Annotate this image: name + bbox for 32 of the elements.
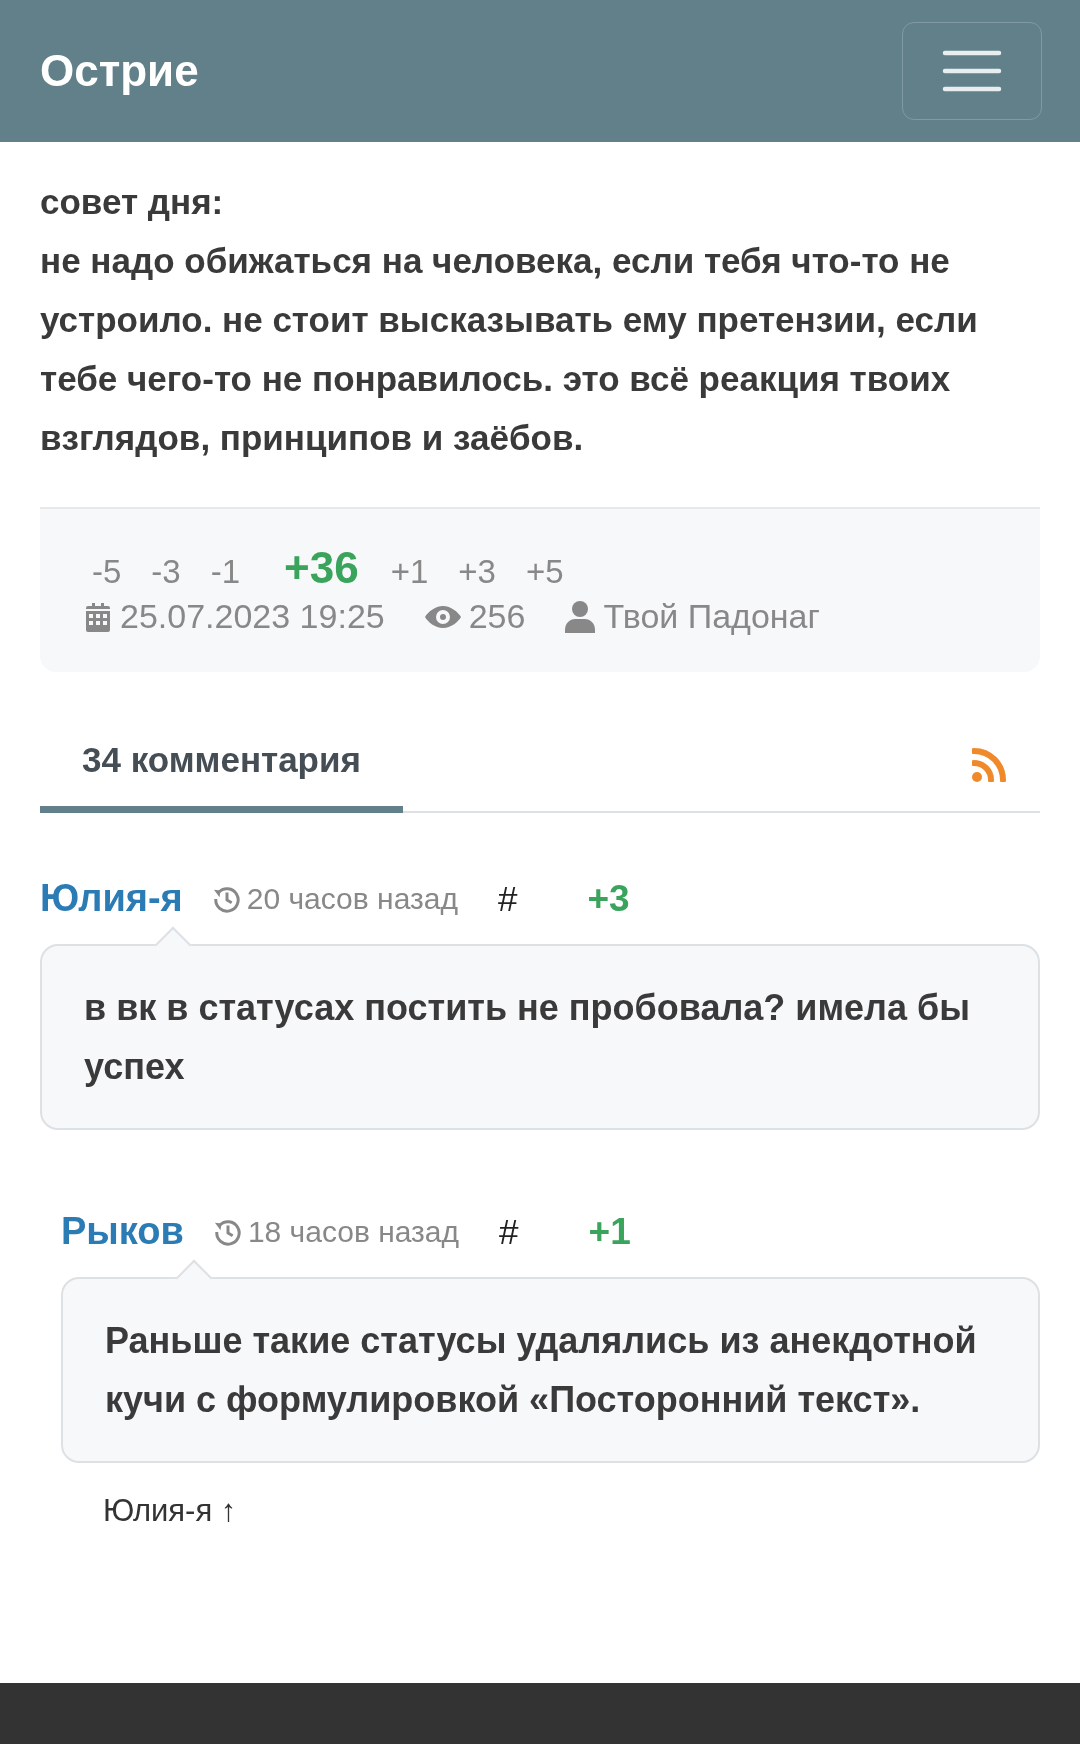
menu-button[interactable]: [902, 22, 1042, 120]
vote-link[interactable]: -3: [151, 553, 181, 591]
vote-link[interactable]: -5: [92, 553, 122, 591]
view-count: 256: [468, 597, 526, 636]
eye-icon: [424, 604, 461, 629]
comment-author[interactable]: Рыков: [61, 1210, 184, 1253]
comment-text: Раньше такие статусы удалялись из анекдотной кучи с формулировкой «Посторонний текст».: [105, 1319, 978, 1422]
post-date: 25.07.2023 19:25: [120, 597, 385, 636]
reply-link[interactable]: Юлия-я ↑: [103, 1493, 237, 1529]
rating-score: +36: [284, 543, 359, 593]
comment-rating: +1: [588, 1210, 631, 1253]
comments-tab[interactable]: 34 комментария: [40, 718, 403, 813]
permalink[interactable]: #: [497, 878, 518, 919]
history-icon: [212, 884, 241, 913]
rss-icon[interactable]: [972, 747, 1006, 782]
site-title[interactable]: Острие: [40, 46, 199, 96]
permalink[interactable]: #: [499, 1211, 519, 1252]
comment-time: 18 часов назад: [247, 1214, 460, 1249]
calendar-icon: [84, 601, 112, 632]
comment-time: 20 часов назад: [246, 881, 458, 916]
user-icon: [565, 600, 596, 633]
history-icon: [213, 1217, 242, 1246]
vote-link[interactable]: +1: [390, 553, 429, 591]
comment-text: в вк в статусах постить не пробовала? имела бы успех: [84, 986, 971, 1089]
post-text: совет дня: не надо обижаться на человека, если тебя что-то не устроило. не стоит высказывать ему претензии, если тебе чего-то не понравилось. это всё реакция твоих взглядов, принципов и заёбов.: [40, 181, 979, 459]
author-name: Твой Падонаг: [603, 597, 820, 636]
vote-link[interactable]: -1: [210, 553, 241, 591]
comment-author[interactable]: Юлия-я: [40, 877, 183, 920]
vote-link[interactable]: +5: [525, 553, 564, 591]
comment-rating: +3: [587, 877, 630, 920]
vote-link[interactable]: +3: [458, 553, 496, 591]
menu-icon: [942, 49, 1002, 93]
